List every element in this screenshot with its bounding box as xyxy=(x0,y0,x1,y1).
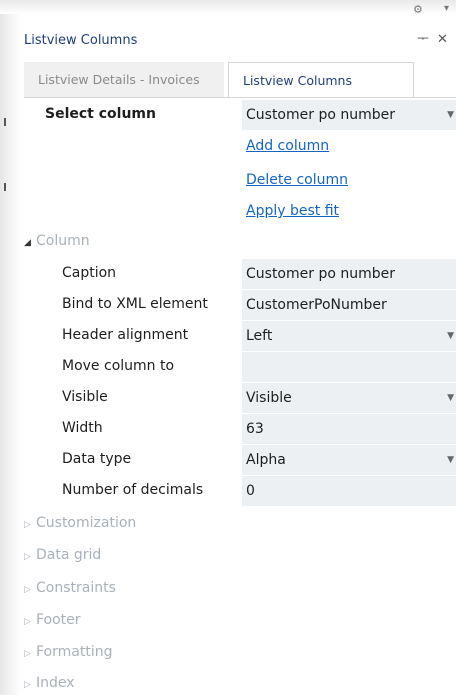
chevron-down-icon[interactable]: ▼ xyxy=(447,100,454,130)
delete-column-link[interactable]: Delete column xyxy=(246,172,348,188)
gear-icon[interactable]: ⚙ xyxy=(413,3,423,16)
visible-value: Visible xyxy=(246,390,292,406)
header-alignment-value: Left xyxy=(246,328,273,344)
group-data-grid[interactable]: ▷ Data grid xyxy=(24,547,101,563)
group-index[interactable]: ▷ Index xyxy=(24,675,75,691)
pin-icon[interactable]: ᅮ xyxy=(417,32,429,47)
header-alignment-dropdown[interactable]: Left ▼ xyxy=(242,321,456,351)
property-row-move-column: Move column to xyxy=(24,352,456,383)
move-column-field[interactable] xyxy=(242,352,456,382)
expand-triangle-icon: ▷ xyxy=(24,585,31,595)
group-label: Constraints xyxy=(36,580,116,596)
tab-divider xyxy=(24,97,456,98)
chevron-down-icon[interactable]: ▼ xyxy=(447,321,454,351)
property-label: Number of decimals xyxy=(62,482,204,498)
property-label: Move column to xyxy=(62,358,175,374)
side-mark xyxy=(4,183,6,191)
group-label: Footer xyxy=(36,612,81,628)
property-label: Visible xyxy=(62,389,108,405)
property-label: Data type xyxy=(62,451,132,467)
caption-field[interactable]: Customer po number xyxy=(242,259,456,289)
tab-bar: Listview Details - Invoices Listview Col… xyxy=(24,62,456,98)
group-footer[interactable]: ▷ Footer xyxy=(24,612,81,628)
group-label: Customization xyxy=(36,515,137,531)
group-label: Data grid xyxy=(36,547,102,563)
select-column-dropdown[interactable]: Customer po number ▼ xyxy=(242,100,456,130)
panel-shadow-top xyxy=(0,0,456,14)
property-row-bind-xml: Bind to XML element CustomerPoNumber xyxy=(24,290,456,321)
side-mark xyxy=(4,118,6,126)
group-label: Index xyxy=(36,675,75,691)
bind-xml-field[interactable]: CustomerPoNumber xyxy=(242,290,456,320)
group-label: Formatting xyxy=(36,644,113,660)
add-column-link[interactable]: Add column xyxy=(246,138,329,154)
decimals-field[interactable]: 0 xyxy=(242,476,456,506)
collapse-triangle-icon: ◢ xyxy=(24,238,31,248)
property-row-header-alignment: Header alignment Left ▼ xyxy=(24,321,456,352)
expand-triangle-icon: ▷ xyxy=(24,680,31,690)
expand-triangle-icon: ▷ xyxy=(24,552,31,562)
data-type-dropdown[interactable]: Alpha ▼ xyxy=(242,445,456,475)
data-type-value: Alpha xyxy=(246,452,286,468)
panel-shadow-left xyxy=(0,0,22,695)
property-label: Header alignment xyxy=(62,327,189,343)
property-label: Width xyxy=(62,420,103,436)
expand-triangle-icon: ▷ xyxy=(24,520,31,530)
property-label: Caption xyxy=(62,265,117,281)
chevron-down-icon[interactable]: ▼ xyxy=(447,445,454,475)
visible-dropdown[interactable]: Visible ▼ xyxy=(242,383,456,413)
apply-best-fit-link[interactable]: Apply best fit xyxy=(246,203,339,219)
property-row-decimals: Number of decimals 0 xyxy=(24,476,456,507)
group-label: Column xyxy=(36,233,90,249)
property-label: Bind to XML element xyxy=(62,296,208,312)
group-constraints[interactable]: ▷ Constraints xyxy=(24,580,116,596)
tab-listview-details[interactable]: Listview Details - Invoices xyxy=(24,62,224,98)
select-column-label: Select column xyxy=(45,106,156,122)
chevron-down-icon[interactable]: ▾ xyxy=(444,3,449,14)
property-row-caption: Caption Customer po number xyxy=(24,259,456,290)
group-column[interactable]: ◢ Column xyxy=(24,233,90,249)
property-row-visible: Visible Visible ▼ xyxy=(24,383,456,414)
expand-triangle-icon: ▷ xyxy=(24,617,31,627)
property-row-data-type: Data type Alpha ▼ xyxy=(24,445,456,476)
tab-listview-columns[interactable]: Listview Columns xyxy=(228,62,414,98)
chevron-down-icon[interactable]: ▼ xyxy=(447,383,454,413)
select-column-value: Customer po number xyxy=(246,107,395,123)
property-row-width: Width 63 xyxy=(24,414,456,445)
group-formatting[interactable]: ▷ Formatting xyxy=(24,644,112,660)
group-customization[interactable]: ▷ Customization xyxy=(24,515,136,531)
title-actions: ᅮ ✕ xyxy=(417,28,456,47)
panel-title: Listview Columns xyxy=(24,33,138,48)
close-icon[interactable]: ✕ xyxy=(437,32,448,47)
width-field[interactable]: 63 xyxy=(242,414,456,444)
expand-triangle-icon: ▷ xyxy=(24,649,31,659)
